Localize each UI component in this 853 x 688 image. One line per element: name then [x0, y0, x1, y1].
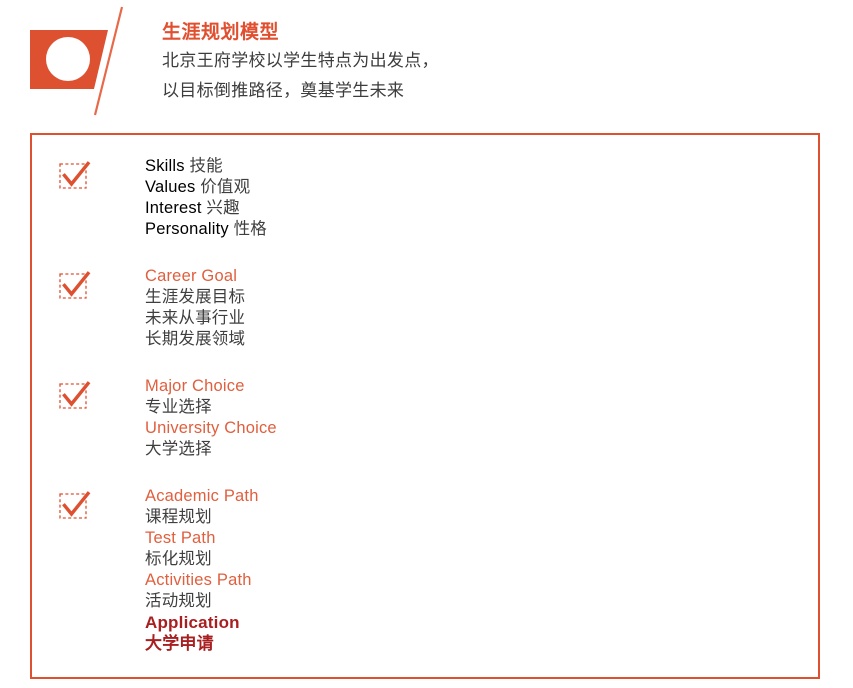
line-emphasis: 大学申请: [145, 634, 214, 653]
checkbox-career-goal[interactable]: [58, 270, 92, 304]
line-zh: 兴趣: [201, 199, 240, 217]
line-zh: 价值观: [195, 178, 251, 196]
checkmark-dashed-box-icon[interactable]: [58, 380, 92, 414]
line-zh: 生涯发展目标: [145, 288, 246, 306]
checkmark-dashed-box-icon[interactable]: [58, 490, 92, 524]
header-subtitle-line-2: 以目标倒推路径，奠基学生未来: [162, 81, 405, 100]
page-title: 生涯规划模型: [162, 22, 280, 43]
line-zh: 课程规划: [145, 508, 212, 526]
line-bilingual: Skills 技能: [145, 156, 267, 177]
line-emphasis: Application: [145, 613, 240, 632]
group-lines-major-university-choice: Major Choice 专业选择 University Choice 大学选择: [145, 376, 277, 460]
checkmark-dashed-box-icon[interactable]: [58, 270, 92, 304]
line-en: Skills: [145, 157, 185, 175]
line-zh: 未来从事行业: [145, 309, 246, 327]
line-zh: 性格: [228, 220, 268, 238]
line-en: Career Goal: [145, 267, 238, 285]
logo-mark: [20, 0, 140, 120]
line-zh: 大学选择: [145, 440, 212, 458]
line-en: University Choice: [145, 419, 277, 437]
checkbox-paths-application[interactable]: [58, 490, 92, 524]
checkbox-major-university-choice[interactable]: [58, 380, 92, 414]
line-zh: 长期发展领域: [145, 330, 246, 348]
circle-in-parallelogram-logo: [30, 6, 124, 116]
line-zh: 标化规划: [145, 550, 212, 568]
line-en: Academic Path: [145, 487, 259, 505]
group-lines-career-goal: Career Goal 生涯发展目标 未来从事行业 长期发展领域: [145, 266, 245, 350]
line-en: Values: [145, 178, 196, 196]
line-bilingual: Personality 性格: [145, 219, 267, 240]
line-en: Major Choice: [145, 377, 245, 395]
group-lines-self-assessment: Skills 技能 Values 价值观 Interest 兴趣 Personalit…: [145, 156, 267, 240]
header: 生涯规划模型 北京王府学校以学生特点为出发点， 以目标倒推路径，奠基学生未来: [0, 0, 853, 125]
checkmark-dashed-box-icon[interactable]: [58, 160, 92, 194]
header-text-block: 生涯规划模型 北京王府学校以学生特点为出发点， 以目标倒推路径，奠基学生未来: [162, 20, 562, 106]
line-zh: 技能: [184, 157, 223, 175]
line-bilingual: Interest 兴趣: [145, 198, 267, 219]
line-en: Activities Path: [145, 571, 252, 589]
header-subtitle-line-1: 北京王府学校以学生特点为出发点，: [162, 51, 439, 70]
checkbox-self-assessment[interactable]: [58, 160, 92, 194]
line-en: Test Path: [145, 529, 216, 547]
line-en: Interest: [145, 199, 202, 217]
line-zh: 专业选择: [145, 398, 212, 416]
line-bilingual: Values 价值观: [145, 177, 267, 198]
group-lines-paths-application: Academic Path 课程规划 Test Path 标化规划 Activities…: [145, 486, 259, 654]
career-planning-panel: Skills 技能 Values 价值观 Interest 兴趣 Personalit…: [30, 133, 820, 679]
line-en: Personality: [145, 220, 229, 238]
line-zh: 活动规划: [145, 592, 212, 610]
